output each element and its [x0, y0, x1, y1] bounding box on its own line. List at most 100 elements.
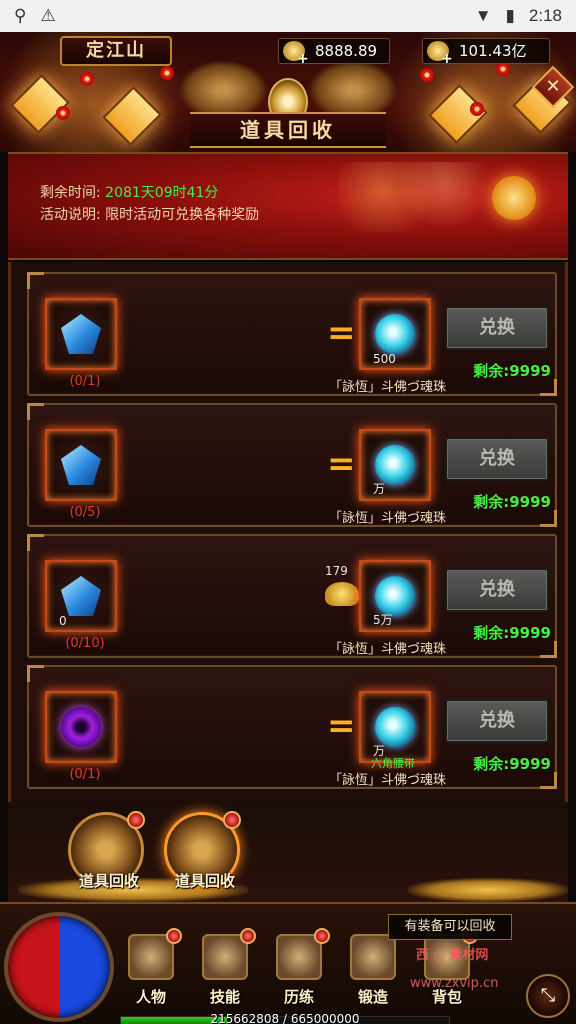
event-desc-value: 限时活动可兑换各种奖励 — [105, 207, 260, 223]
blossom-icon — [160, 66, 174, 80]
blossom-icon — [496, 62, 510, 76]
status-time: 2:18 — [528, 6, 562, 25]
tab-item-recycle-1[interactable]: 道具回收 — [68, 811, 145, 890]
reward-name: 「詠恆」斗佛づ魂珠 — [329, 642, 447, 657]
gold-coins-decoration — [408, 878, 568, 902]
required-item-slot[interactable] — [45, 298, 117, 370]
notification-dot-icon — [240, 928, 256, 944]
list-item: (0/5) = 万 「詠恆」斗佛づ魂珠 兑换 剩余:9999 — [27, 403, 557, 527]
gold-pile-icon — [325, 582, 359, 606]
remaining-time-value: 2081天09时41分 — [105, 185, 219, 201]
remaining-stock: 剩余:9999 — [473, 755, 551, 773]
fireworks-decoration — [338, 162, 488, 232]
reward-name: 「詠恆」斗佛づ魂珠 — [329, 380, 447, 395]
close-icon: ✕ — [545, 76, 561, 97]
currency-coin-value: 101.43亿 — [459, 42, 527, 60]
exchange-button[interactable]: 兑换 — [445, 437, 549, 481]
nav-label: 历练 — [283, 988, 314, 1006]
nav-skill-button[interactable]: 技能 — [192, 928, 258, 1006]
recycle-item-list: (0/1) = 500 「詠恆」斗佛づ魂珠 兑换 剩余:9999 (0/5) =… — [8, 262, 568, 802]
equals-icon: = — [327, 313, 356, 353]
required-item-slot[interactable]: 0 — [45, 560, 117, 632]
reward-item-slot[interactable]: 500 — [359, 298, 431, 370]
remaining-stock: 剩余:9999 — [473, 624, 551, 642]
currency-gold-coin[interactable]: + 101.43亿 — [422, 38, 550, 67]
reward-quantity: 万 — [373, 482, 386, 496]
reward-item-slot[interactable]: 5万 — [359, 560, 431, 632]
bottom-nav-bar: 人物 技能 历练 锻造 背包 有装备可以回收 西 ○ 素材网 www.zxvip… — [0, 902, 576, 1024]
notification-dot-icon — [127, 811, 145, 829]
nav-forge-button[interactable]: 锻造 — [340, 934, 406, 1006]
plus-icon: + — [297, 51, 309, 67]
lantern-icon — [492, 176, 536, 220]
required-item-slot[interactable] — [45, 691, 117, 763]
status-bar: ⚲ ⚠ ▼ ▮ 2:18 — [0, 0, 576, 32]
list-item: (0/1) = 万 六角腰带 「詠恆」斗佛づ魂珠 兑换 剩余:9999 — [27, 665, 557, 789]
required-count: (0/1) — [69, 374, 101, 389]
equals-icon: = — [327, 444, 356, 484]
expand-icon[interactable]: ⤡ — [526, 974, 570, 1018]
game-header: 定江山 + 8888.89 + 101.43亿 ✕ 道具回收 — [0, 32, 576, 152]
tab-item-recycle-2[interactable]: 道具回收 — [164, 811, 241, 890]
event-desc-label: 活动说明: — [40, 207, 101, 223]
soul-orb-icon — [375, 576, 415, 616]
experience-text: 215662808 / 665000000 — [210, 1012, 360, 1024]
search-icon: ⚲ — [14, 6, 27, 25]
nav-label: 锻造 — [357, 988, 388, 1006]
reward-item-slot[interactable]: 万 — [359, 429, 431, 501]
blue-crystal-icon — [61, 445, 101, 485]
blossom-icon — [470, 102, 484, 116]
recycle-tabs: 道具回收 道具回收 — [8, 802, 568, 902]
remaining-time-label: 剩余时间: — [40, 185, 101, 201]
plus-icon: + — [441, 51, 453, 67]
exchange-button[interactable]: 兑换 — [445, 306, 549, 350]
reward-name: 「詠恆」斗佛づ魂珠 — [329, 511, 447, 526]
remaining-stock: 剩余:9999 — [473, 362, 551, 380]
currency-gold-value: 8888.89 — [315, 42, 378, 60]
page-title: 道具回收 — [190, 112, 386, 148]
soul-orb-icon — [375, 314, 415, 354]
warning-icon: ⚠ — [40, 6, 56, 25]
notification-dot-icon — [314, 928, 330, 944]
watermark-url: www.zxvip.cn — [410, 976, 499, 991]
remaining-stock: 剩余:9999 — [473, 493, 551, 511]
blossom-icon — [56, 106, 70, 120]
required-count: (0/1) — [69, 767, 101, 782]
remaining-time-row: 剩余时间: 2081天09时41分 — [40, 182, 218, 202]
exchange-button[interactable]: 兑换 — [445, 699, 549, 743]
blue-crystal-icon — [61, 576, 101, 616]
recycle-hint-tooltip[interactable]: 有装备可以回收 — [388, 914, 512, 940]
tab-label: 道具回收 — [174, 872, 235, 890]
exchange-button[interactable]: 兑换 — [445, 568, 549, 612]
soul-orb-icon — [375, 707, 415, 747]
required-item-slot[interactable] — [45, 429, 117, 501]
reward-quantity: 500 — [373, 352, 396, 366]
reward-quantity: 5万 — [373, 613, 393, 627]
nav-character-button[interactable]: 人物 — [118, 928, 184, 1006]
blossom-icon — [80, 72, 94, 86]
gold-count: 179 — [325, 564, 348, 578]
list-item: (0/1) = 500 「詠恆」斗佛づ魂珠 兑换 剩余:9999 — [27, 272, 557, 396]
list-item: 0 (0/10) 179 5万 「詠恆」斗佛づ魂珠 兑换 剩余:9999 — [27, 534, 557, 658]
equals-icon: = — [327, 706, 356, 746]
reward-item-slot[interactable]: 万 — [359, 691, 431, 763]
anvil-icon — [350, 934, 396, 980]
server-name: 定江山 — [60, 36, 172, 66]
slot-quantity: 0 — [59, 614, 67, 628]
tab-label: 道具回收 — [78, 872, 139, 890]
nav-label: 人物 — [135, 988, 166, 1006]
required-count: (0/5) — [69, 505, 101, 520]
dragon-ornament-icon — [308, 60, 398, 120]
wifi-icon: ▼ — [474, 6, 492, 25]
required-count: (0/10) — [65, 636, 105, 651]
taiji-orb-icon[interactable] — [4, 912, 114, 1022]
currency-gold-ingot[interactable]: + 8888.89 — [278, 38, 390, 67]
event-info-banner: 剩余时间: 2081天09时41分 活动说明: 限时活动可兑换各种奖励 — [8, 152, 568, 260]
nav-training-button[interactable]: 历练 — [266, 928, 332, 1006]
notification-dot-icon — [166, 928, 182, 944]
soul-orb-icon — [375, 445, 415, 485]
reward-name: 「詠恆」斗佛づ魂珠 — [329, 773, 447, 788]
watermark-text: 西 ○ 素材网 — [416, 948, 489, 963]
blossom-icon — [420, 68, 434, 82]
blue-crystal-icon — [61, 314, 101, 354]
